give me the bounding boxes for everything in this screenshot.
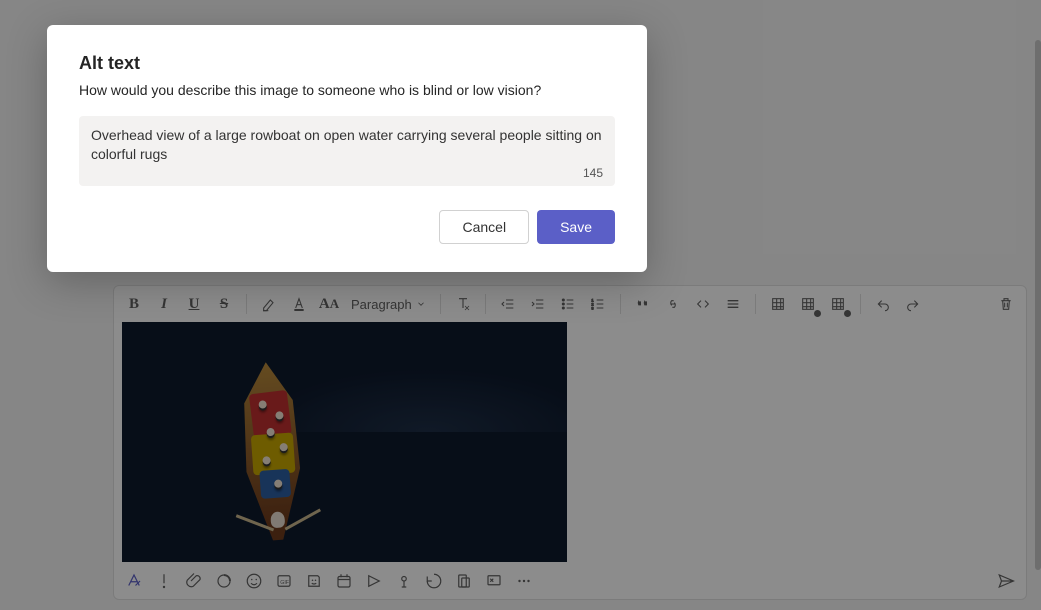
dialog-prompt: How would you describe this image to som… <box>79 82 615 98</box>
save-button[interactable]: Save <box>537 210 615 244</box>
alt-text-field[interactable]: Overhead view of a large rowboat on open… <box>79 116 615 186</box>
alt-text-dialog: Alt text How would you describe this ima… <box>47 25 647 272</box>
alt-text-value: Overhead view of a large rowboat on open… <box>91 126 603 164</box>
cancel-button[interactable]: Cancel <box>439 210 529 244</box>
dialog-title: Alt text <box>79 53 615 74</box>
char-count: 145 <box>583 166 603 180</box>
